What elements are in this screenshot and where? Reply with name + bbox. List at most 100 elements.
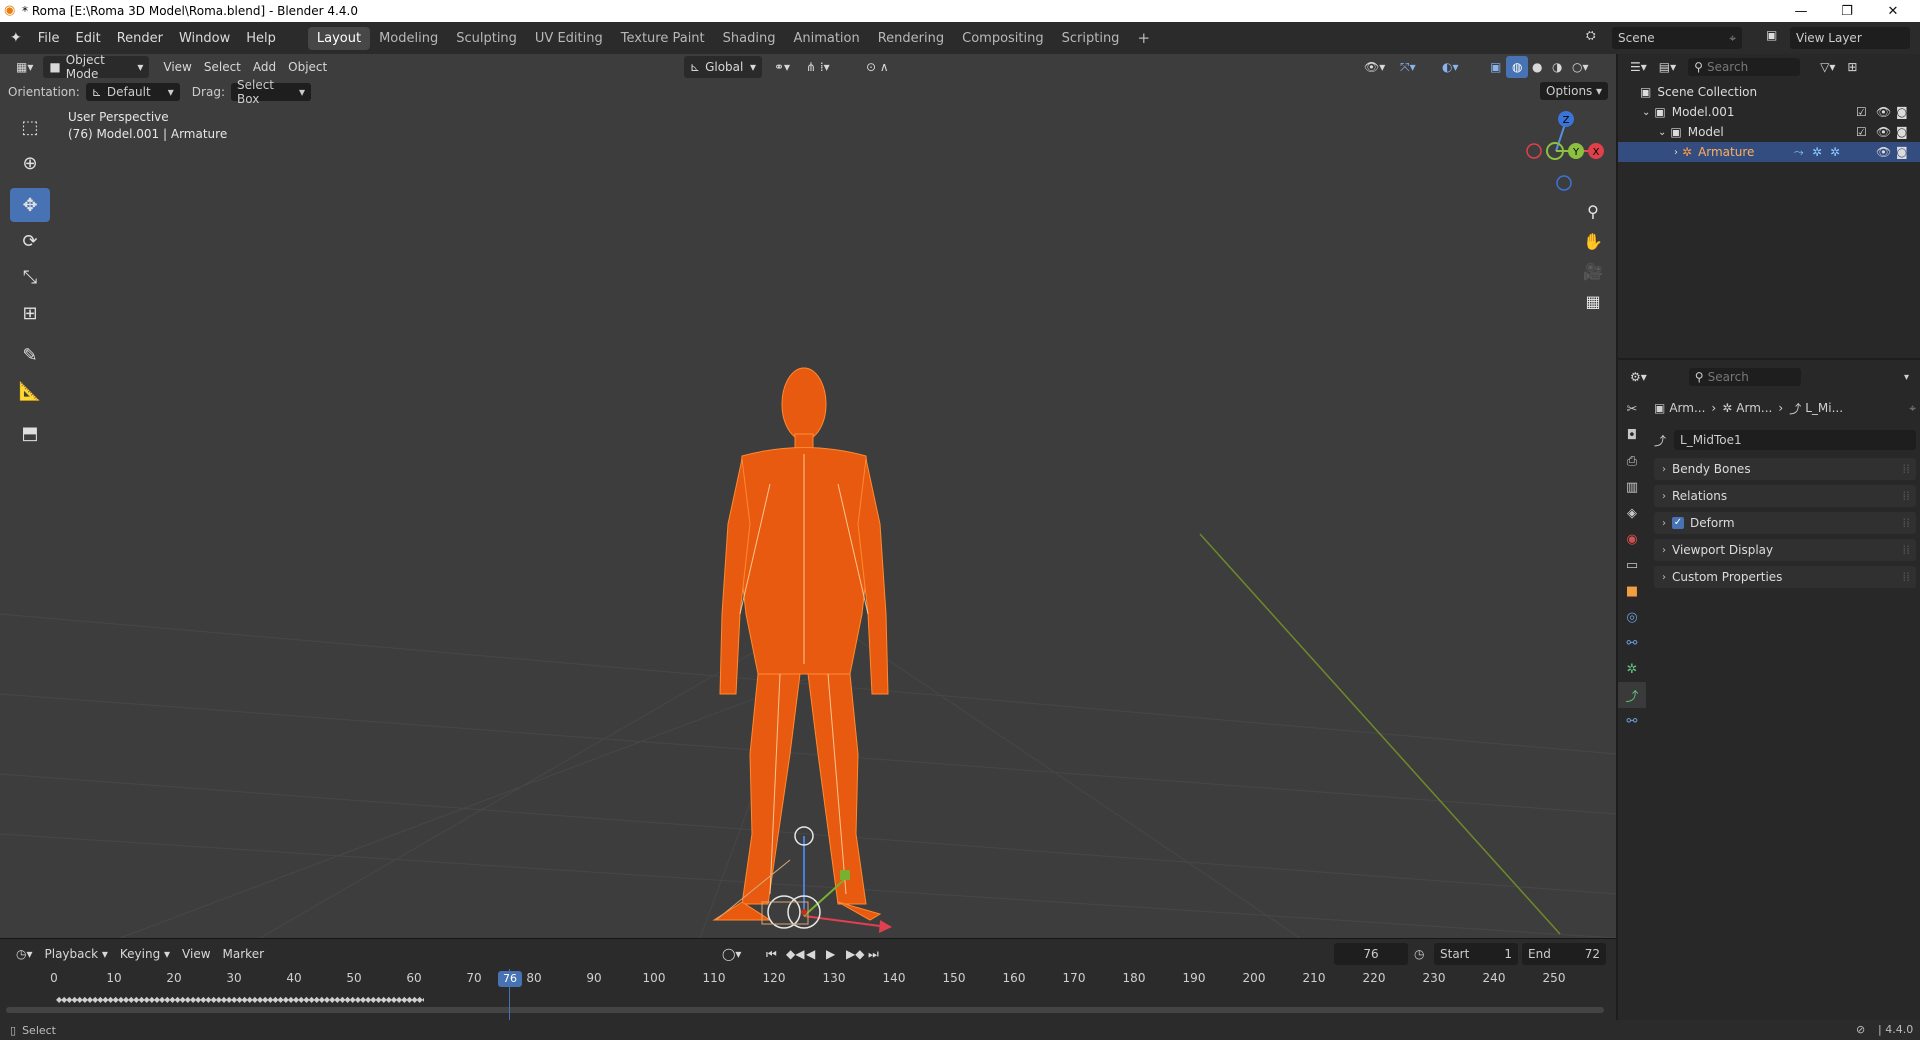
ortho-toggle-icon[interactable]: ▦: [1578, 286, 1608, 316]
expand-chevron-icon[interactable]: ⌄: [1658, 127, 1666, 138]
pan-hand-icon[interactable]: ✋: [1578, 226, 1608, 256]
menu-view-timeline[interactable]: View: [176, 943, 216, 965]
options-dropdown[interactable]: Options ▾: [1540, 82, 1608, 100]
panel-custom-properties[interactable]: › Custom Properties ⁞⁞: [1654, 566, 1916, 588]
tab-layout[interactable]: Layout: [307, 26, 371, 50]
camera-icon[interactable]: ◙: [1896, 125, 1908, 139]
play-icon[interactable]: ▶: [820, 943, 841, 965]
pose-icon[interactable]: ⤳: [1794, 145, 1804, 160]
armature-figure[interactable]: [712, 367, 889, 921]
tool-tab-icon[interactable]: ✂: [1618, 396, 1646, 422]
armature-data-icon[interactable]: ✲: [1812, 145, 1822, 159]
armature-data-tab-icon[interactable]: ✲: [1618, 656, 1646, 682]
proportional-edit-icon[interactable]: ⊙ ∧: [860, 56, 895, 78]
rendered-shading-icon[interactable]: ○▾: [1566, 56, 1595, 78]
timeline-scrollbar[interactable]: [6, 1007, 1604, 1013]
mode-selector[interactable]: ■ Object Mode ▾: [43, 54, 150, 81]
minimize-button[interactable]: —: [1778, 0, 1824, 22]
3d-viewport[interactable]: Z X Y ▦▾ ■ Object Mode ▾ View Select Add…: [0, 54, 1616, 938]
panel-bendy-bones[interactable]: › Bendy Bones ⁞⁞: [1654, 458, 1916, 480]
outliner-row-armature[interactable]: › ✲ Armature ⤳ ✲ ✲ 👁 ◙: [1618, 142, 1920, 162]
auto-keying-icon[interactable]: ◯▾: [716, 943, 747, 965]
bone-constraint-tab-icon[interactable]: ⚯: [1618, 708, 1646, 734]
maximize-button[interactable]: ❐: [1824, 0, 1870, 22]
drag-dropdown[interactable]: Select Box ▾: [230, 78, 311, 106]
menu-window[interactable]: Window: [171, 31, 238, 46]
panel-relations[interactable]: › Relations ⁞⁞: [1654, 485, 1916, 507]
chevron-down-icon[interactable]: ▾: [1904, 372, 1909, 383]
rotate-tool-icon[interactable]: ⟳: [10, 224, 50, 258]
camera-icon[interactable]: ◙: [1896, 145, 1908, 159]
select-box-tool-icon[interactable]: ⬚: [10, 110, 50, 144]
object-tab-icon[interactable]: ■: [1618, 578, 1646, 604]
cursor-tool-icon[interactable]: ⊕: [10, 146, 50, 180]
menu-marker[interactable]: Marker: [217, 943, 270, 965]
properties-search-input[interactable]: ⚲ Search: [1688, 368, 1801, 386]
menu-view[interactable]: View: [157, 56, 197, 78]
overlay-toggle-icon[interactable]: ◐▾: [1436, 56, 1465, 78]
bone-icon[interactable]: ✲: [1830, 145, 1840, 159]
xray-toggle-icon[interactable]: ▣: [1484, 56, 1507, 78]
new-collection-icon[interactable]: ⊞: [1841, 56, 1863, 78]
expand-chevron-icon[interactable]: ›: [1674, 147, 1678, 158]
scale-tool-icon[interactable]: ⤡: [10, 260, 50, 294]
display-mode-icon[interactable]: ▤▾: [1653, 56, 1682, 78]
play-reverse-icon[interactable]: ◀: [800, 943, 821, 965]
tab-uv-editing[interactable]: UV Editing: [526, 27, 612, 50]
navigation-gizmo[interactable]: Z X Y: [1526, 111, 1604, 191]
timeline-editor[interactable]: ◷▾ Playback ▾ Keying ▾ View Marker ◯▾ ⏮ …: [0, 938, 1616, 1021]
eye-icon[interactable]: 👁: [1876, 105, 1891, 119]
tab-rendering[interactable]: Rendering: [869, 27, 953, 50]
close-window-button[interactable]: ✕: [1870, 0, 1916, 22]
outliner-search-input[interactable]: ⚲ Search: [1688, 58, 1801, 76]
drag-handle-icon[interactable]: ⁞⁞: [1902, 462, 1910, 476]
breadcrumb-item[interactable]: L_Mi...: [1805, 401, 1843, 415]
view-layer-tab-icon[interactable]: ▥: [1618, 474, 1646, 500]
start-frame-field[interactable]: Start 1: [1434, 943, 1518, 965]
zoom-icon[interactable]: ⚲: [1578, 196, 1608, 226]
snap-icon[interactable]: ⋔ ⁞▾: [800, 56, 836, 78]
render-tab-icon[interactable]: ◘: [1618, 422, 1646, 448]
menu-edit[interactable]: Edit: [68, 31, 109, 46]
drag-handle-icon[interactable]: ⁞⁞: [1902, 570, 1910, 584]
properties-editor-type-icon[interactable]: ⚙▾: [1624, 366, 1653, 388]
menu-object[interactable]: Object: [282, 56, 333, 78]
breadcrumb-item[interactable]: Arm...: [1669, 401, 1705, 415]
camera-view-icon[interactable]: 🎥: [1578, 256, 1608, 286]
bone-tab-icon[interactable]: ⤴: [1618, 682, 1646, 708]
playhead-frame-badge[interactable]: 76: [498, 971, 522, 987]
gizmo-toggle-icon[interactable]: ⤧▾: [1394, 56, 1422, 78]
viewport-scene[interactable]: Z X Y: [0, 54, 1616, 938]
visibility-icon[interactable]: 👁▾: [1358, 56, 1391, 78]
keyframe-strip[interactable]: ◆◆◆◆◆◆◆◆◆◆◆◆◆◆◆◆◆◆◆◆◆◆◆◆◆◆◆◆◆◆◆◆◆◆◆◆◆◆◆◆…: [56, 995, 424, 1003]
output-tab-icon[interactable]: ⎙: [1618, 448, 1646, 474]
menu-file[interactable]: File: [30, 31, 68, 46]
menu-playback[interactable]: Playback ▾: [39, 943, 114, 965]
eye-icon[interactable]: 👁: [1876, 145, 1891, 159]
add-workspace-button[interactable]: +: [1128, 25, 1159, 51]
panel-deform[interactable]: › ✓ Deform ⁞⁞: [1654, 512, 1916, 534]
checkbox-icon[interactable]: ☑: [1856, 125, 1867, 139]
jump-end-icon[interactable]: ⏭: [862, 943, 885, 965]
pin-icon[interactable]: ⌖: [1909, 401, 1916, 416]
pin-icon[interactable]: ⌖: [1729, 31, 1736, 46]
bone-name-field[interactable]: L_MidToe1: [1674, 430, 1916, 450]
add-cube-tool-icon[interactable]: ⬒: [10, 416, 50, 450]
expand-chevron-icon[interactable]: ⌄: [1642, 107, 1650, 118]
menu-select[interactable]: Select: [198, 56, 247, 78]
drag-handle-icon[interactable]: ⁞⁞: [1902, 543, 1910, 557]
blender-menu-icon[interactable]: ✦: [10, 30, 22, 46]
orientation-dropdown[interactable]: ⊾ Default ▾: [85, 83, 180, 101]
constraints-tab-icon[interactable]: ⚯: [1618, 630, 1646, 656]
end-frame-field[interactable]: End 72: [1522, 943, 1606, 965]
drag-handle-icon[interactable]: ⁞⁞: [1902, 516, 1910, 530]
transform-orientation-selector[interactable]: ⊾ Global ▾: [684, 56, 762, 78]
tab-compositing[interactable]: Compositing: [953, 27, 1053, 50]
tab-texture-paint[interactable]: Texture Paint: [612, 27, 714, 50]
scene-tab-icon[interactable]: ◈: [1618, 500, 1646, 526]
view-layer-selector[interactable]: View Layer: [1790, 27, 1910, 49]
tab-shading[interactable]: Shading: [714, 27, 785, 50]
menu-render[interactable]: Render: [109, 31, 171, 46]
drag-handle-icon[interactable]: ⁞⁞: [1902, 489, 1910, 503]
deform-checkbox[interactable]: ✓: [1672, 517, 1684, 529]
